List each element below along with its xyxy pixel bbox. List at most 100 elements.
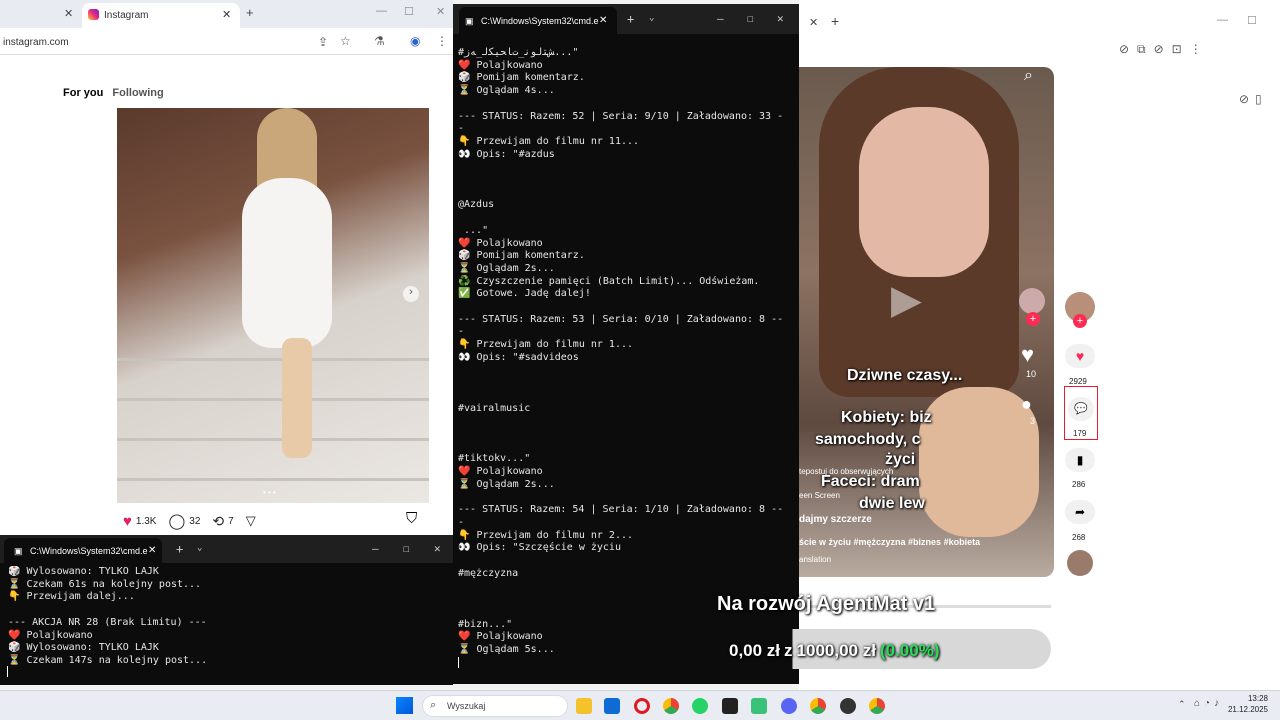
follow-plus-icon[interactable]: + [1073, 314, 1087, 328]
effect-label[interactable]: een Screen [799, 491, 840, 500]
maximize-icon[interactable]: ☐ [1247, 14, 1257, 27]
cursor [7, 666, 8, 677]
chevron-down-icon[interactable]: ⌄ [197, 543, 202, 553]
like-count: 2929 [1069, 377, 1087, 386]
tiktok-video[interactable]: ⌕ ▶ Dziwne czasy... Kobiety: biz samocho… [799, 67, 1054, 577]
console-line: ⏳ Oglądam 2s... [458, 262, 555, 274]
carousel-dots: • • • [263, 488, 276, 497]
comment-icon[interactable]: ◯ [168, 512, 185, 530]
opera-icon[interactable] [634, 698, 650, 714]
whatsapp-icon[interactable] [692, 698, 708, 714]
side-toolbar-icons[interactable]: ⊘▯ [1239, 92, 1268, 106]
play-icon[interactable]: ▶ [891, 277, 922, 323]
minimize-icon[interactable]: — [376, 5, 387, 17]
cmd-output[interactable]: 🎲 Wylosowano: TYLKO LAJK ⏳ Czekam 61s na … [3, 566, 451, 676]
close-tab-icon[interactable]: ✕ [64, 7, 73, 20]
cmd-tab[interactable]: ▣ C:\Windows\System32\cmd.e ✕ [459, 7, 617, 34]
profile-icon[interactable]: ◉ [410, 34, 420, 48]
cmd-title-bar: ▣ C:\Windows\System32\cmd.e ✕ + ⌄ — ☐ ✕ [0, 535, 453, 563]
new-tab-icon[interactable]: + [627, 12, 634, 26]
chrome-icon[interactable] [663, 698, 679, 714]
notepad-icon[interactable] [751, 698, 767, 714]
close-window-icon[interactable]: ✕ [434, 542, 441, 555]
tab-for-you[interactable]: For you [63, 87, 103, 99]
repost-prompt[interactable]: tepostuj do obserwujących [799, 467, 893, 476]
install-app-icon[interactable]: ⇪ [318, 35, 328, 49]
console-line: ⏳ Oglądam 4s... [458, 85, 555, 97]
minimize-icon[interactable]: — [717, 12, 724, 25]
share-icon[interactable]: ▽ [246, 513, 256, 529]
translation-link[interactable]: anslation [799, 555, 831, 564]
clock-date[interactable]: 21.12.2025 [1226, 705, 1268, 714]
address-text[interactable]: instagram.com [3, 37, 69, 48]
comment-bubble-icon[interactable]: ● [1021, 394, 1032, 415]
bookmark-star-icon[interactable]: ☆ [340, 34, 351, 48]
post-image[interactable]: › • • • [117, 108, 429, 503]
discord-icon[interactable] [781, 698, 797, 714]
close-tab-icon[interactable]: ✕ [599, 15, 607, 26]
progress-percent: (0.00%) [879, 641, 940, 660]
like-heart-icon[interactable]: ♥ [1065, 344, 1095, 368]
hashtags[interactable]: ście w życiu #mężczyzna #biznes #kobieta [799, 537, 980, 547]
extensions-icon[interactable]: ⚗ [374, 34, 385, 48]
chrome-icon[interactable] [869, 698, 885, 714]
close-window-icon[interactable]: ✕ [777, 12, 784, 25]
repost-icon[interactable]: ⟲ [212, 513, 224, 530]
terminal-icon[interactable] [722, 698, 738, 714]
clock-time[interactable]: 13:28 [1228, 694, 1268, 703]
console-line: ❤️ Polajkowano [458, 631, 543, 643]
save-bookmark-icon[interactable]: ⛉ [406, 510, 417, 527]
like-heart-icon[interactable]: ♥ [1021, 342, 1034, 368]
new-tab-icon[interactable]: + [831, 13, 839, 29]
toolbar-icons[interactable]: ⊘⧉⊘⊡⋮ [1119, 42, 1210, 57]
tiktok-tab-bar: ✕ + — ☐ [799, 0, 1280, 38]
tab-following[interactable]: Following [112, 87, 163, 99]
taskbar: ⌕ Wyszukaj ⌃ ⌂◔♪ 13:28 21.12.2025 [0, 690, 1280, 720]
new-tab-icon[interactable]: + [176, 542, 183, 556]
cmd-title-bar: ▣ C:\Windows\System32\cmd.e ✕ + ⌄ — ☐ ✕ [453, 4, 799, 34]
menu-dots-icon[interactable]: ⋮ [436, 34, 448, 48]
maximize-icon[interactable]: ☐ [747, 12, 754, 25]
chevron-down-icon[interactable]: ⌄ [649, 13, 654, 23]
search-icon[interactable]: ⌕ [1024, 67, 1033, 85]
save-bookmark-icon[interactable]: ▮ [1065, 448, 1095, 472]
maximize-icon[interactable]: ☐ [403, 542, 410, 555]
follow-plus-icon[interactable]: + [1026, 312, 1040, 326]
share-arrow-icon[interactable]: ➦ [1065, 500, 1095, 524]
maximize-icon[interactable]: ☐ [404, 5, 414, 18]
tray-chevron-icon[interactable]: ⌃ [1178, 699, 1186, 710]
chrome-icon[interactable] [810, 698, 826, 714]
progress-text: 0,00 zł z 1000,00 zł (0.00%) [729, 641, 939, 661]
console-line: 🎲 Wylosowano: TYLKO LAJK [8, 566, 159, 577]
browser-tab-instagram[interactable]: Instagram ✕ [82, 3, 240, 28]
console-line: ❤️ Polajkowano [8, 629, 93, 641]
music-disc-avatar[interactable] [1067, 550, 1093, 576]
tab-title: Instagram [104, 10, 149, 21]
console-line: 👀 Opis: "#azdus [458, 148, 555, 160]
file-explorer-icon[interactable] [576, 698, 592, 714]
address-bar[interactable]: instagram.com ⇪ ☆ ⚗ ◉ ⋮ [0, 30, 453, 54]
console-line: ❤️ Polajkowano [458, 466, 543, 478]
windows-start-icon[interactable] [396, 697, 413, 714]
cmd-tab[interactable]: ▣ C:\Windows\System32\cmd.e ✕ [4, 538, 162, 563]
new-tab-icon[interactable]: + [246, 5, 254, 20]
like-heart-icon[interactable]: ♥ [123, 513, 132, 530]
cmd-output[interactable]: #ﺶﺘﻟﻮﻧ_ﺕﺎﺤﻴﻜﻟ_ﻪﺯ..." ❤️ Polajkowano 🎲 Pomi… [453, 47, 799, 667]
close-tab-icon[interactable]: ✕ [222, 8, 231, 21]
app-icon[interactable] [840, 698, 856, 714]
tray-icons[interactable]: ⌂◔♪ [1194, 698, 1223, 709]
close-tab-icon[interactable]: ✕ [809, 16, 818, 29]
taskbar-search[interactable]: ⌕ Wyszukaj [422, 695, 568, 717]
close-window-icon[interactable]: ✕ [436, 5, 445, 18]
caption-line: samochody, c [815, 431, 921, 448]
creator-avatar[interactable] [1019, 288, 1045, 314]
next-image-icon[interactable]: › [403, 286, 419, 302]
close-tab-icon[interactable]: ✕ [148, 545, 156, 556]
minimize-icon[interactable]: — [372, 542, 379, 555]
store-icon[interactable] [604, 698, 620, 714]
comment-icon[interactable]: 💬 [1068, 397, 1094, 421]
comment-count: 3 [1030, 416, 1036, 426]
console-line: 👇 Przewijam do filmu nr 11... [458, 135, 640, 147]
minimize-icon[interactable]: — [1217, 14, 1228, 26]
comment-button-highlight[interactable]: 💬 179 [1064, 386, 1098, 440]
